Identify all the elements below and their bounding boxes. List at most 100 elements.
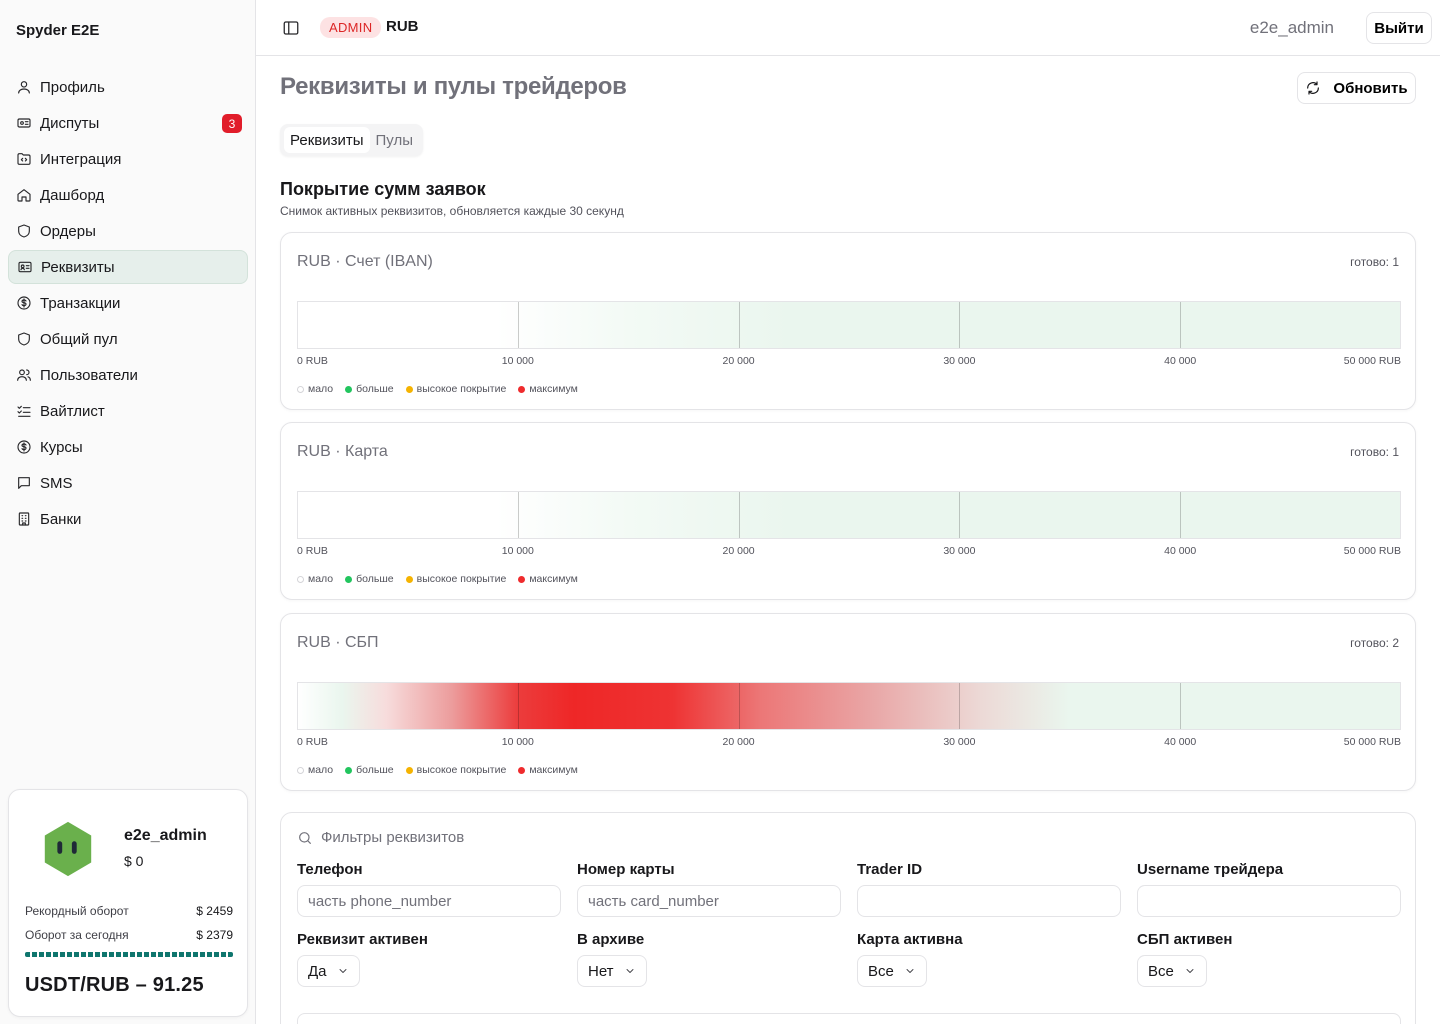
archive-select[interactable]: Нет — [577, 955, 647, 987]
card-active-label: Карта активна — [857, 931, 963, 948]
sidebar-item-dashboard[interactable]: Дашборд — [8, 178, 248, 212]
user-icon — [16, 79, 32, 95]
coverage-card-ready: готово: 2 — [1350, 636, 1399, 650]
turnover-progress-bar — [25, 952, 233, 957]
card-active-select[interactable]: Все — [857, 955, 927, 987]
chevron-down-icon — [906, 969, 914, 973]
trader-id-input[interactable] — [857, 885, 1121, 917]
coverage-title: Покрытие сумм заявок — [280, 179, 486, 199]
card-number-input[interactable] — [577, 885, 841, 917]
sidebar-item-orders[interactable]: Ордеры — [8, 214, 248, 248]
legend-label: больше — [356, 573, 394, 585]
sidebar-item-label: Банки — [40, 510, 82, 528]
coverage-tick-label: 50 000 RUB — [1343, 545, 1401, 557]
coverage-grid-line — [1179, 302, 1181, 348]
user-summary-card: e2e_admin $ 0 Рекордный оборот $ 2459 Об… — [8, 789, 248, 1017]
sidebar-item-rates[interactable]: Курсы — [8, 430, 248, 464]
tab-requisites[interactable]: Реквизиты — [284, 127, 370, 153]
today-turnover-label: Оборот за сегодня — [25, 928, 129, 942]
trader-username-input[interactable] — [1137, 885, 1401, 917]
coverage-tick-label: 0 RUB — [297, 355, 328, 367]
coverage-tick-label: 50 000 RUB — [1343, 736, 1401, 748]
coverage-tick-label: 20 000 — [722, 545, 755, 557]
legend-label: высокое покрытие — [416, 573, 507, 585]
sidebar-item-label: Курсы — [40, 438, 83, 456]
coverage-tick-label: 30 000 — [943, 355, 976, 367]
sidebar-toggle-icon[interactable] — [282, 19, 300, 37]
sidebar-item-label: Ордеры — [40, 222, 96, 240]
card-number-label: Номер карты — [577, 861, 675, 878]
sidebar-item-label: Интеграция — [40, 150, 122, 168]
legend-dot — [345, 575, 353, 583]
role-badge: ADMIN — [320, 17, 382, 38]
sidebar-item-disputes[interactable]: Диспуты 3 — [8, 106, 248, 140]
sbp-active-select[interactable]: Все — [1137, 955, 1207, 987]
sidebar-nav: Профиль Диспуты 3 Интеграция Дашборд Орд… — [8, 70, 248, 538]
sidebar-item-sms[interactable]: SMS — [8, 466, 248, 500]
sidebar-item-label: Пользователи — [40, 366, 138, 384]
coverage-tick-label: 20 000 — [722, 736, 755, 748]
sidebar-item-label: Реквизиты — [41, 258, 115, 276]
sidebar-item-banks[interactable]: Банки — [8, 502, 248, 536]
legend-item: мало — [297, 764, 333, 776]
sidebar-item-users[interactable]: Пользователи — [8, 358, 248, 392]
sidebar-item-common-pool[interactable]: Общий пул — [8, 322, 248, 356]
refresh-icon — [1307, 81, 1320, 95]
coverage-tick-label: 40 000 — [1164, 355, 1197, 367]
exchange-rate: USDT/RUB – 91.25 — [25, 974, 204, 996]
legend-dot — [297, 385, 304, 393]
trader-username-label: Username трейдера — [1137, 861, 1284, 878]
legend-item: высокое покрытие — [405, 764, 506, 776]
trader-id-label: Trader ID — [857, 861, 923, 878]
legend-item: больше — [345, 573, 394, 585]
sidebar-item-transactions[interactable]: Транзакции — [8, 286, 248, 320]
filters-title: Фильтры реквизитов — [321, 829, 465, 846]
coverage-grid-line — [518, 302, 520, 348]
tab-pools[interactable]: Пулы — [370, 127, 420, 153]
record-turnover-row: Рекордный оборот $ 2459 — [25, 904, 233, 918]
sidebar-item-label: Транзакции — [40, 294, 121, 312]
coverage-card-ready: готово: 1 — [1350, 445, 1399, 459]
refresh-button[interactable]: Обновить — [1297, 72, 1416, 104]
legend-item: больше — [345, 383, 394, 395]
disputes-count-badge: 3 — [222, 114, 242, 133]
legend-item: высокое покрытие — [405, 573, 507, 585]
coverage-tick-label: 10 000 — [501, 736, 534, 748]
archive-label: В архиве — [577, 931, 645, 948]
coverage-tick-label: 0 RUB — [297, 736, 328, 748]
legend-label: максимум — [529, 573, 578, 585]
legend-item: максимум — [518, 573, 578, 585]
ticket-icon — [16, 115, 32, 131]
coverage-grid-line — [518, 683, 520, 729]
current-currency: RUB — [386, 18, 419, 35]
legend-dot — [518, 575, 526, 583]
coverage-card-title: RUB · Карта — [297, 443, 388, 460]
legend-dot — [405, 385, 413, 393]
coverage-card-title: RUB · СБП — [297, 634, 379, 651]
record-turnover-label: Рекордный оборот — [25, 904, 129, 918]
chevron-down-icon — [626, 969, 633, 973]
coverage-tick-label: 40 000 — [1164, 545, 1197, 557]
coverage-grid-line — [738, 492, 740, 538]
sidebar-item-whitelist[interactable]: Вайтлист — [8, 394, 248, 428]
legend-label: больше — [356, 764, 394, 776]
sidebar: Spyder E2E Профиль Диспуты 3 Интеграция … — [0, 0, 256, 1024]
legend-label: мало — [308, 383, 334, 395]
coverage-tick-label: 30 000 — [943, 545, 976, 557]
card-active-value: Все — [868, 962, 894, 980]
sidebar-item-integration[interactable]: Интеграция — [8, 142, 248, 176]
sidebar-item-requisites[interactable]: Реквизиты — [8, 250, 248, 284]
filters-extra-field[interactable] — [297, 1013, 1401, 1024]
legend-item: больше — [345, 764, 394, 776]
chevron-down-icon — [1186, 969, 1194, 973]
coverage-ticks: 0 RUB 10 000 20 000 30 000 40 000 50 000 RUB — [297, 545, 1401, 559]
list-checks-icon — [16, 403, 32, 419]
sidebar-item-profile[interactable]: Профиль — [8, 70, 248, 104]
sidebar-item-label: Дашборд — [40, 186, 105, 204]
phone-input[interactable] — [297, 885, 561, 917]
search-icon — [299, 831, 311, 844]
app-brand: Spyder E2E — [16, 22, 100, 39]
today-turnover-value: $ 2379 — [196, 928, 233, 942]
logout-button[interactable]: Выйти — [1366, 12, 1432, 44]
requisite-active-select[interactable]: Да — [297, 955, 360, 987]
